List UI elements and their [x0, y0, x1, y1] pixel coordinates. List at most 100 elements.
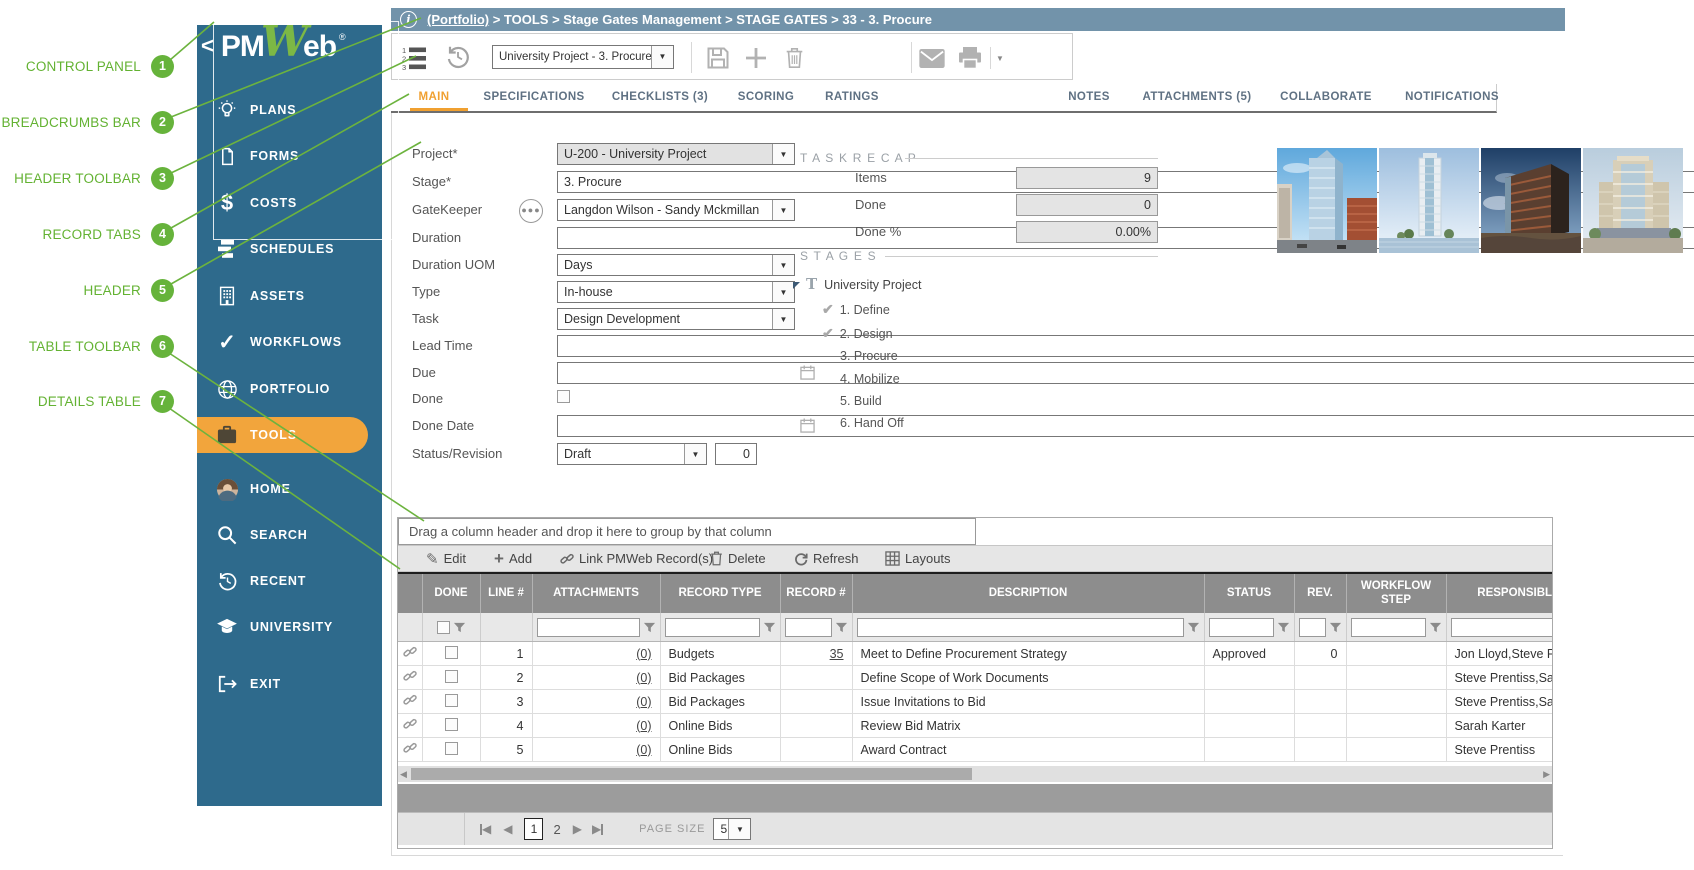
sidebar-item-search[interactable]: SEARCH — [197, 517, 382, 553]
table-row[interactable]: 4 (0) Online Bids Review Bid Matrix Sara… — [398, 714, 1552, 738]
sidebar-item-university[interactable]: UNIVERSITY — [197, 609, 382, 645]
column-header-rev[interactable]: REV. — [1294, 573, 1346, 613]
attachments-link[interactable]: (0) — [636, 671, 651, 685]
column-header-record-no[interactable]: RECORD # — [780, 573, 852, 613]
chevron-down-icon[interactable]: ▼ — [772, 200, 794, 220]
link-icon[interactable] — [403, 669, 417, 683]
sidebar-item-home[interactable]: HOME — [197, 471, 382, 507]
chevron-down-icon[interactable]: ▼ — [728, 819, 750, 839]
first-page-button[interactable]: ◀ — [480, 822, 491, 836]
link-icon[interactable] — [403, 645, 417, 659]
table-row[interactable]: 2 (0) Bid Packages Define Scope of Work … — [398, 666, 1552, 690]
info-icon[interactable]: i — [400, 11, 417, 28]
last-page-button[interactable]: ▶ — [592, 822, 603, 836]
row-done-checkbox[interactable] — [445, 694, 458, 707]
filter-funnel-icon[interactable] — [453, 621, 466, 634]
gatekeeper-lookup-button[interactable]: ●●● — [519, 199, 543, 223]
revision-field[interactable] — [715, 443, 757, 465]
add-button[interactable] — [744, 46, 768, 75]
link-icon[interactable] — [403, 693, 417, 707]
sidebar-item-costs[interactable]: $ COSTS — [197, 185, 382, 221]
filter-workflow-input[interactable] — [1351, 618, 1426, 637]
email-button[interactable] — [919, 49, 945, 73]
breadcrumb-portfolio-link[interactable]: (Portfolio) — [427, 12, 489, 27]
sidebar-item-workflows[interactable]: ✓ WORKFLOWS — [197, 324, 382, 360]
record-selector[interactable]: University Project - 3. Procure ▼ — [492, 45, 674, 69]
row-done-checkbox[interactable] — [445, 670, 458, 683]
save-button[interactable] — [706, 46, 730, 75]
filter-funnel-icon[interactable] — [1187, 621, 1200, 634]
tree-node-define[interactable]: ✔1. Define — [822, 301, 890, 318]
filter-attachments-input[interactable] — [537, 618, 640, 637]
column-header-done[interactable]: DONE — [422, 573, 480, 613]
add-row-button[interactable]: +Add — [494, 546, 532, 571]
column-header-link[interactable] — [398, 573, 422, 613]
page-2-button[interactable]: 2 — [553, 822, 560, 837]
sidebar-item-recent[interactable]: RECENT — [197, 563, 382, 599]
link-record-button[interactable]: Link PMWeb Record(s) — [560, 546, 713, 571]
column-header-attachments[interactable]: ATTACHMENTS — [532, 573, 660, 613]
tab-notes[interactable]: NOTES — [1068, 91, 1110, 103]
chevron-down-icon[interactable]: ▼ — [772, 282, 794, 302]
scroll-left-icon[interactable]: ◀ — [400, 768, 407, 780]
filter-record-type-input[interactable] — [665, 618, 760, 637]
group-by-drop-zone[interactable]: Drag a column header and drop it here to… — [398, 518, 976, 545]
print-options-chevron-icon[interactable]: ▼ — [996, 54, 1004, 63]
tab-main[interactable]: MAIN — [419, 91, 450, 103]
status-select[interactable]: Draft▼ — [557, 443, 707, 465]
delete-button[interactable] — [785, 47, 804, 74]
filter-funnel-icon[interactable] — [1329, 621, 1342, 634]
filter-done-checkbox[interactable] — [437, 621, 450, 634]
column-header-status[interactable]: STATUS — [1204, 573, 1294, 613]
page-size-select[interactable]: 5 ▼ — [713, 818, 751, 840]
tree-node-design[interactable]: ✔2. Design — [822, 325, 893, 342]
project-select[interactable]: U-200 - University Project▼ — [557, 143, 795, 165]
filter-status-input[interactable] — [1209, 618, 1274, 637]
chevron-down-icon[interactable]: ▼ — [651, 46, 673, 68]
tab-checklists[interactable]: CHECKLISTS (3) — [612, 91, 708, 103]
tab-collaborate[interactable]: COLLABORATE — [1280, 91, 1372, 103]
filter-funnel-icon[interactable] — [1429, 621, 1442, 634]
pmweb-logo[interactable]: <PMWeb® — [201, 30, 346, 64]
row-done-checkbox[interactable] — [445, 646, 458, 659]
link-icon[interactable] — [403, 717, 417, 731]
tab-attachments[interactable]: ATTACHMENTS (5) — [1142, 91, 1251, 103]
sidebar-item-plans[interactable]: PLANS — [197, 92, 382, 128]
lead-time-field[interactable] — [557, 335, 1694, 357]
tree-node-procure[interactable]: 3. Procure — [840, 349, 898, 363]
gatekeeper-select[interactable]: Langdon Wilson - Sandy Mckmillan▼ — [557, 199, 795, 221]
record-no-link[interactable]: 35 — [830, 647, 844, 661]
done-checkbox[interactable] — [557, 390, 570, 403]
row-done-checkbox[interactable] — [445, 718, 458, 731]
chevron-down-icon[interactable]: ▼ — [772, 255, 794, 275]
column-header-line[interactable]: LINE # — [480, 573, 532, 613]
column-header-description[interactable]: DESCRIPTION — [852, 573, 1204, 613]
numbered-list-icon[interactable]: 123 — [402, 46, 428, 75]
calendar-icon[interactable] — [800, 418, 815, 438]
chevron-down-icon[interactable]: ▼ — [684, 444, 706, 464]
prev-page-button[interactable]: ◀ — [503, 822, 512, 836]
filter-funnel-icon[interactable] — [835, 621, 848, 634]
tree-node-handoff[interactable]: 6. Hand Off — [840, 416, 904, 430]
tab-specifications[interactable]: SPECIFICATIONS — [483, 91, 584, 103]
tree-node-root[interactable]: TUniversity Project — [793, 275, 921, 293]
tree-collapse-icon[interactable] — [793, 282, 800, 289]
row-done-checkbox[interactable] — [445, 742, 458, 755]
attachments-link[interactable]: (0) — [636, 743, 651, 757]
refresh-button[interactable]: Refresh — [794, 546, 859, 571]
sidebar-item-assets[interactable]: ASSETS — [197, 278, 382, 314]
horizontal-scrollbar[interactable]: ◀ ▶ — [398, 766, 1552, 782]
filter-rev-input[interactable] — [1299, 618, 1326, 637]
column-header-workflow-step[interactable]: WORKFLOW STEP — [1346, 573, 1446, 613]
delete-row-button[interactable]: Delete — [710, 546, 766, 571]
sidebar-collapse-icon[interactable]: < — [201, 33, 214, 59]
filter-funnel-icon[interactable] — [1277, 621, 1290, 634]
duration-uom-select[interactable]: Days▼ — [557, 254, 795, 276]
filter-funnel-icon[interactable] — [643, 621, 656, 634]
column-header-responsible[interactable]: RESPONSIBLE — [1446, 573, 1552, 613]
sidebar-item-forms[interactable]: FORMS — [197, 138, 382, 174]
filter-record-no-input[interactable] — [785, 618, 832, 637]
type-select[interactable]: In-house▼ — [557, 281, 795, 303]
page-1-button[interactable]: 1 — [524, 818, 543, 840]
done-date-field[interactable] — [557, 415, 1694, 437]
